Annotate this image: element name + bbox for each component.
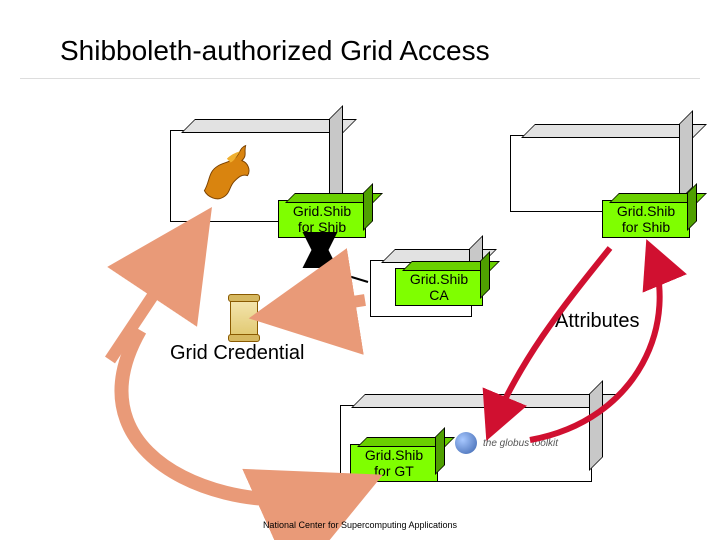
gridshib-for-shib-left-line2: for Shib <box>298 219 346 235</box>
gridshib-for-shib-right-line2: for Shib <box>622 219 670 235</box>
globus-ball-icon <box>455 432 477 454</box>
gridshib-for-gt: Grid.Shib for GT <box>350 444 438 482</box>
gridshib-ca-line2: CA <box>429 287 448 303</box>
credential-scroll-icon <box>230 298 258 338</box>
attributes-label: Attributes <box>555 310 639 333</box>
gridshib-for-gt-line1: Grid.Shib <box>365 447 423 463</box>
griffin-icon <box>195 140 255 200</box>
globus-text: the globus toolkit <box>483 438 558 449</box>
gridshib-for-shib-left: Grid.Shib for Shib <box>278 200 366 238</box>
gridshib-ca: Grid.Shib CA <box>395 268 483 306</box>
gridshib-ca-line1: Grid.Shib <box>410 271 468 287</box>
title-divider <box>20 78 700 79</box>
footer-text: National Center for Supercomputing Appli… <box>0 520 720 530</box>
gridshib-for-shib-left-line1: Grid.Shib <box>293 203 351 219</box>
grid-credential-label: Grid Credential <box>170 342 305 365</box>
page-title: Shibboleth-authorized Grid Access <box>60 35 490 67</box>
globus-logo: the globus toolkit <box>455 432 558 454</box>
gridshib-for-shib-right: Grid.Shib for Shib <box>602 200 690 238</box>
gridshib-for-shib-right-line1: Grid.Shib <box>617 203 675 219</box>
gridshib-for-gt-line2: for GT <box>374 463 414 479</box>
